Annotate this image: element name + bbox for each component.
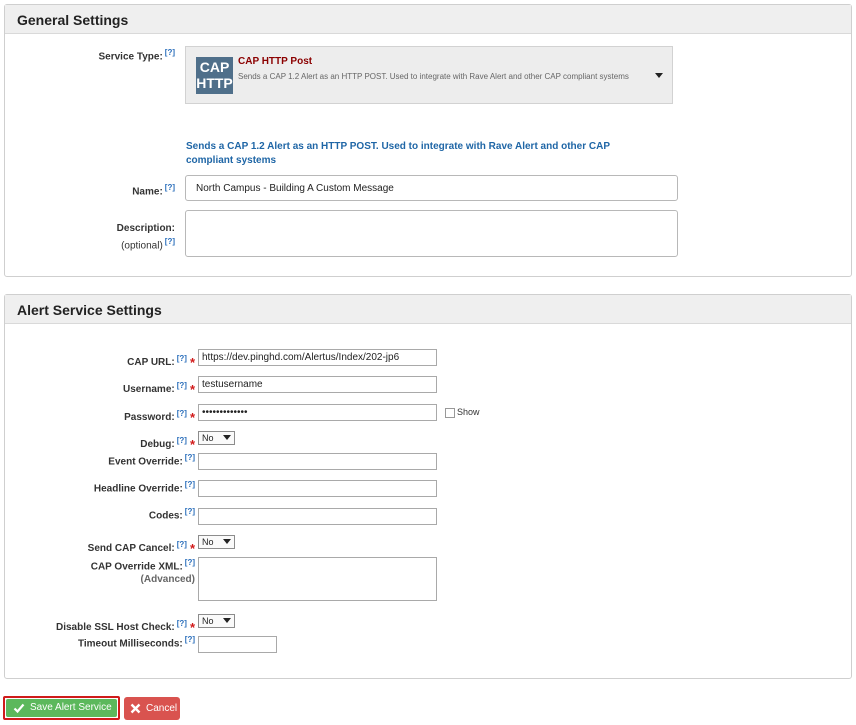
username-help-icon[interactable]: [?] — [177, 381, 187, 390]
service-type-label: Service Type: [?] — [98, 48, 175, 63]
debug-help-icon[interactable]: [?] — [177, 436, 187, 445]
timeout-label: Timeout Milliseconds: [?] — [77, 635, 195, 650]
cap-url-label: CAP URL: [?] * — [127, 353, 195, 370]
dropdown-caret-icon — [655, 73, 663, 78]
required-marker: * — [189, 541, 195, 556]
show-password-label[interactable]: Show — [457, 407, 480, 417]
timeout-help-icon[interactable]: [?] — [185, 635, 195, 644]
service-type-title: CAP HTTP Post — [238, 56, 313, 67]
timeout-input[interactable] — [198, 636, 277, 653]
service-type-help-icon[interactable]: [?] — [165, 48, 175, 57]
description-label: Description: (optional) [?] — [116, 223, 175, 252]
service-type-description: Sends a CAP 1.2 Alert as an HTTP POST. U… — [238, 72, 629, 81]
service-info-text: Sends a CAP 1.2 Alert as an HTTP POST. U… — [186, 141, 610, 166]
name-input[interactable] — [185, 175, 678, 201]
send-cap-cancel-select[interactable]: No — [198, 535, 235, 549]
select-caret-icon — [223, 618, 231, 623]
required-marker: * — [189, 382, 195, 397]
required-marker: * — [189, 410, 195, 425]
cap-url-input[interactable] — [198, 349, 437, 366]
cap-override-xml-label: CAP Override XML: [?] (Advanced) — [90, 558, 195, 586]
required-marker: * — [189, 355, 195, 370]
select-caret-icon — [223, 435, 231, 440]
debug-label: Debug: [?] * — [140, 435, 195, 452]
send-cap-cancel-help-icon[interactable]: [?] — [177, 540, 187, 549]
username-label: Username: [?] * — [123, 380, 195, 397]
alert-service-settings-title: Alert Service Settings — [5, 295, 851, 324]
debug-select[interactable]: No — [198, 431, 235, 445]
event-override-input[interactable] — [198, 453, 437, 470]
headline-override-help-icon[interactable]: [?] — [185, 480, 195, 489]
required-marker: * — [189, 620, 195, 635]
show-password-checkbox[interactable] — [445, 408, 455, 418]
cap-override-xml-textarea[interactable] — [198, 557, 437, 601]
cap-url-help-icon[interactable]: [?] — [177, 354, 187, 363]
event-override-help-icon[interactable]: [?] — [185, 453, 195, 462]
alert-service-settings-panel: Alert Service Settings CAP URL:[?]* User… — [4, 294, 852, 679]
headline-override-input[interactable] — [198, 480, 437, 497]
checkmark-icon — [13, 703, 25, 714]
x-icon — [130, 703, 141, 714]
password-input[interactable] — [198, 404, 437, 421]
name-help-icon[interactable]: [?] — [165, 183, 175, 192]
send-cap-cancel-label: Send CAP Cancel: [?] * — [87, 539, 195, 556]
cap-http-icon: CAP HTTP — [196, 57, 233, 94]
disable-ssl-help-icon[interactable]: [?] — [177, 619, 187, 628]
password-label: Password: [?] * — [124, 408, 195, 425]
cap-override-xml-help-icon[interactable]: [?] — [185, 558, 195, 567]
cancel-button[interactable]: Cancel — [124, 697, 180, 720]
username-input[interactable] — [198, 376, 437, 393]
name-label: Name: [?] — [132, 183, 175, 198]
service-type-dropdown[interactable]: CAP HTTP CAP HTTP Post Sends a CAP 1.2 A… — [185, 46, 673, 104]
description-help-icon[interactable]: [?] — [165, 237, 175, 246]
general-settings-title: General Settings — [5, 5, 851, 34]
general-settings-panel: General Settings Service Type: [?] CAP HT… — [4, 4, 852, 277]
select-caret-icon — [223, 539, 231, 544]
event-override-label: Event Override: [?] — [108, 453, 195, 468]
codes-label: Codes: [?] — [148, 507, 195, 522]
headline-override-label: Headline Override: [?] — [93, 480, 195, 495]
disable-ssl-label: Disable SSL Host Check: [?] * — [55, 618, 195, 635]
description-textarea[interactable] — [185, 210, 678, 257]
codes-input[interactable] — [198, 508, 437, 525]
required-marker: * — [189, 437, 195, 452]
codes-help-icon[interactable]: [?] — [185, 507, 195, 516]
save-alert-service-button[interactable]: Save Alert Service — [3, 696, 120, 720]
disable-ssl-select[interactable]: No — [198, 614, 235, 628]
password-help-icon[interactable]: [?] — [177, 409, 187, 418]
